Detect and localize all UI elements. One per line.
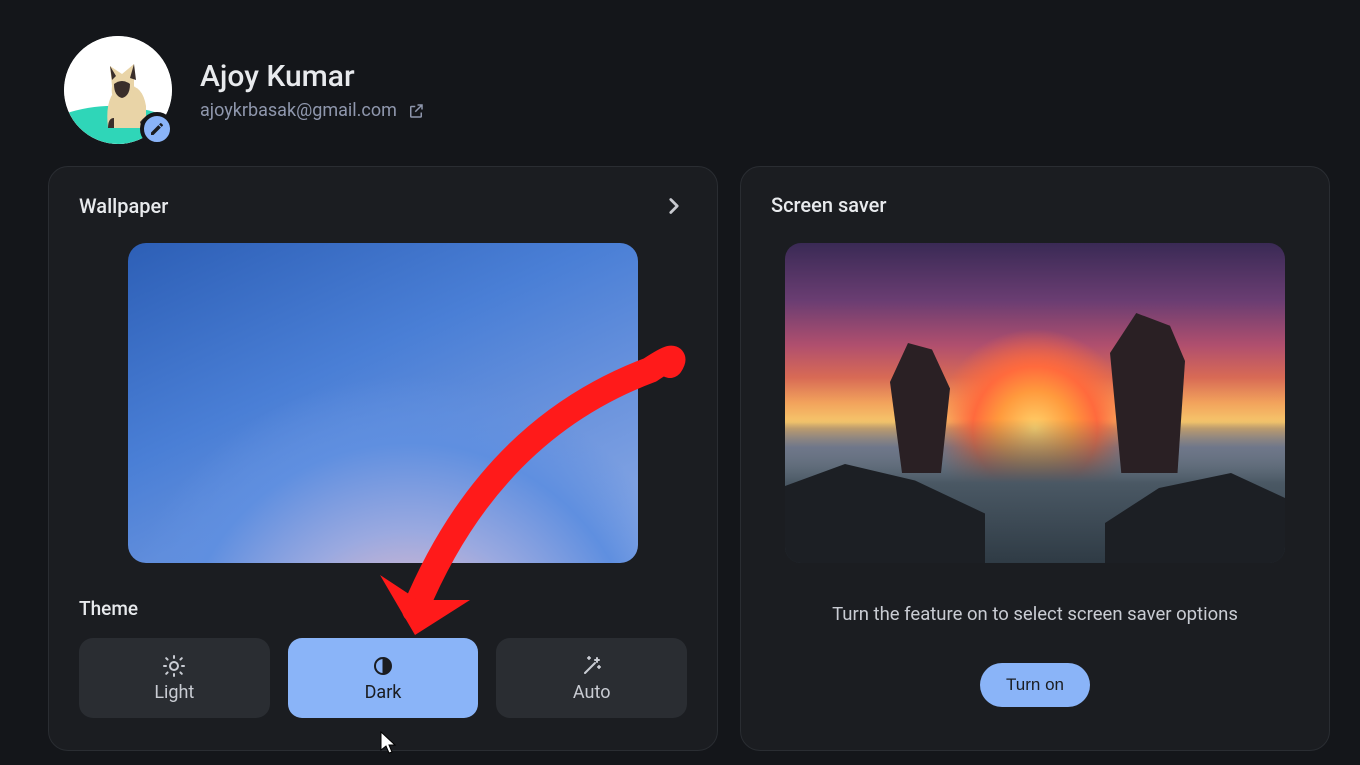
profile-name: Ajoy Kumar: [200, 59, 425, 94]
sun-icon: [162, 654, 186, 678]
screensaver-preview: [785, 243, 1285, 563]
pencil-icon: [149, 121, 165, 137]
cursor-icon: [379, 730, 399, 756]
theme-light-label: Light: [154, 682, 194, 703]
profile-email: ajoykrbasak@gmail.com: [200, 100, 397, 121]
edit-avatar-badge[interactable]: [140, 112, 174, 146]
screensaver-card: Screen saver Turn the feature on to sele…: [740, 166, 1330, 751]
profile-email-link[interactable]: ajoykrbasak@gmail.com: [200, 100, 425, 121]
profile-header: Ajoy Kumar ajoykrbasak@gmail.com: [64, 36, 425, 144]
open-external-icon: [407, 102, 425, 120]
theme-auto-button[interactable]: Auto: [496, 638, 687, 718]
magic-wand-icon: [580, 654, 604, 678]
theme-dark-button[interactable]: Dark: [288, 638, 479, 718]
turn-on-button[interactable]: Turn on: [980, 663, 1090, 707]
theme-dark-label: Dark: [365, 682, 402, 703]
contrast-icon: [371, 654, 395, 678]
wallpaper-preview[interactable]: [128, 243, 638, 563]
avatar[interactable]: [64, 36, 172, 144]
theme-light-button[interactable]: Light: [79, 638, 270, 718]
theme-label: Theme: [79, 597, 687, 620]
screensaver-message: Turn the feature on to select screen sav…: [771, 603, 1299, 625]
wallpaper-card: Wallpaper Theme Light: [48, 166, 718, 751]
wallpaper-row[interactable]: Wallpaper: [79, 193, 687, 219]
theme-auto-label: Auto: [573, 682, 611, 703]
screensaver-title: Screen saver: [771, 193, 886, 217]
wallpaper-title: Wallpaper: [79, 194, 168, 218]
chevron-right-icon: [661, 193, 687, 219]
